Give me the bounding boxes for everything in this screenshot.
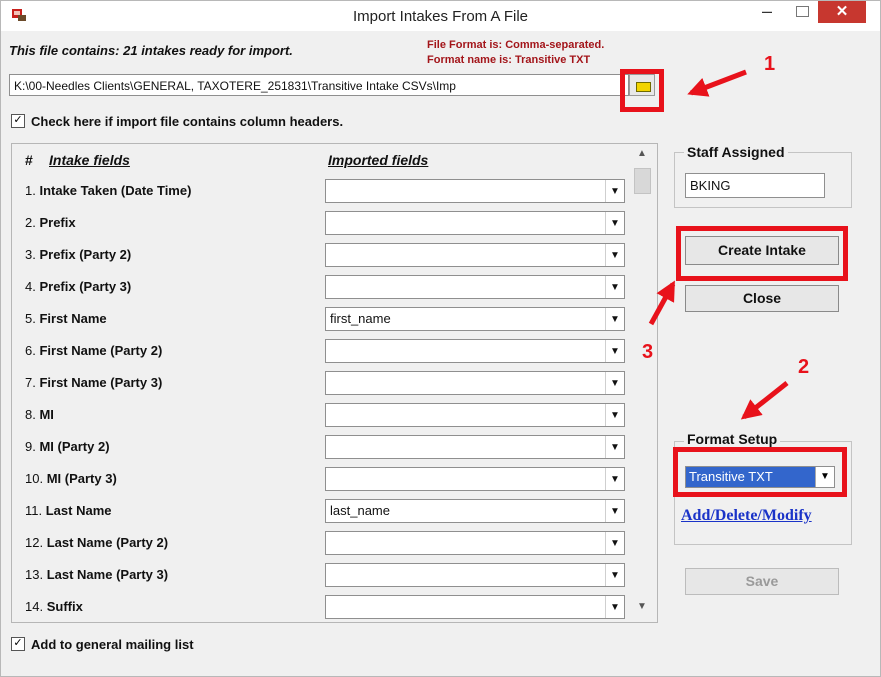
arrow-step-3 xyxy=(648,280,676,326)
arrow-step-1 xyxy=(687,69,747,97)
annotation-arrows xyxy=(648,69,789,420)
arrow-step-2 xyxy=(740,381,789,420)
import-intakes-window: Import Intakes From A File – ✕ This file… xyxy=(0,0,881,677)
